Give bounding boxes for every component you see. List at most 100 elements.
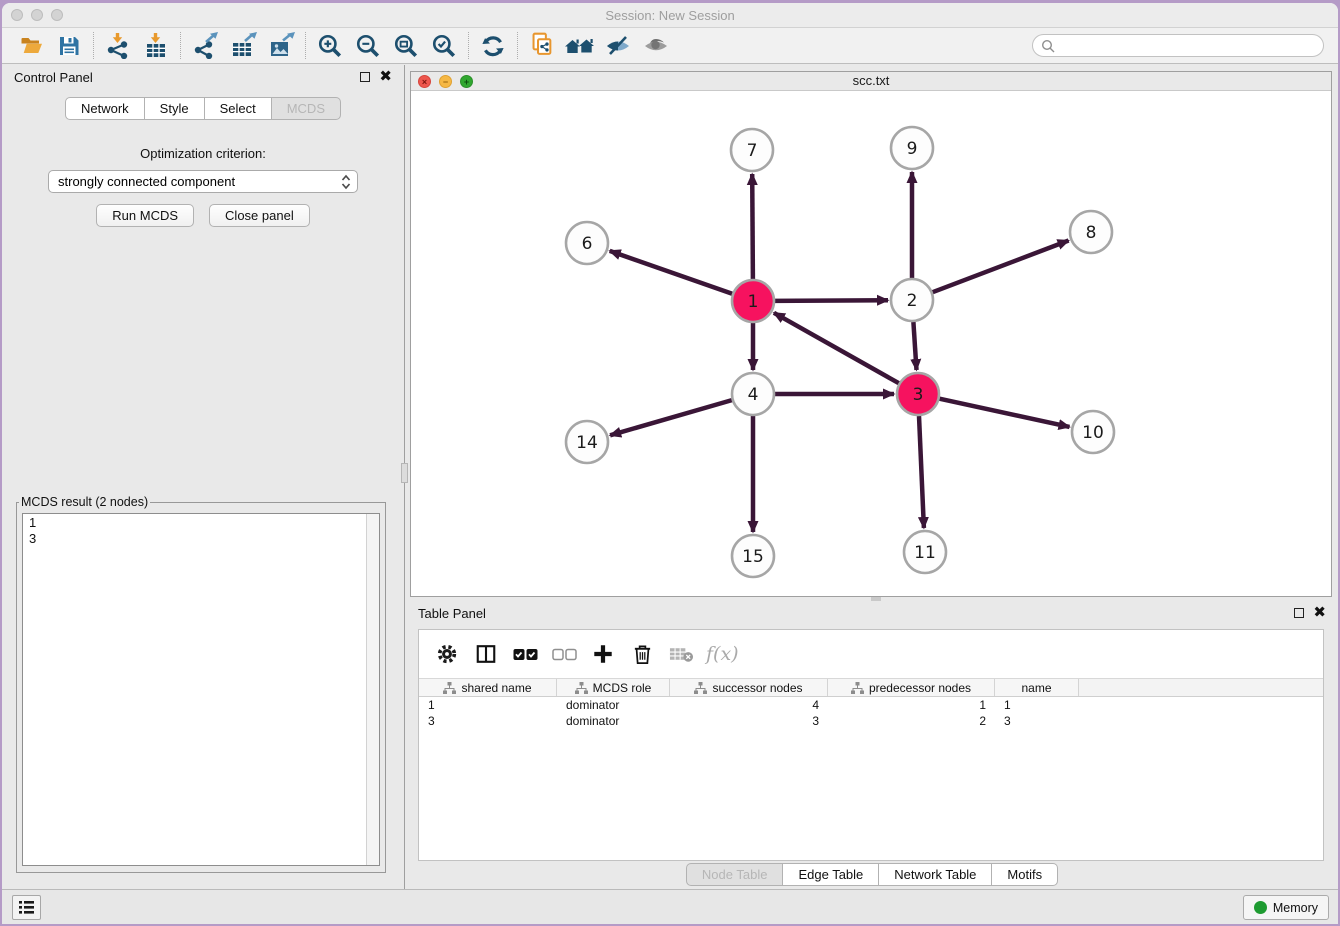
table-cell[interactable]: 1 [995,697,1079,713]
table-cell[interactable]: 2 [828,713,995,729]
application-window: Session: New Session [2,3,1338,924]
memory-button[interactable]: Memory [1243,895,1329,920]
zoom-selected-button[interactable] [425,31,463,61]
delete-table-button[interactable] [667,640,695,668]
table-cell[interactable]: 1 [419,697,557,713]
graph-node-15[interactable]: 15 [732,535,774,577]
delete-row-button[interactable] [628,640,656,668]
zoom-fit-button[interactable] [387,31,425,61]
column-header-MCDS-role[interactable]: MCDS role [557,679,670,696]
table-cell[interactable]: dominator [557,713,670,729]
column-header-predecessor-nodes[interactable]: predecessor nodes [828,679,995,696]
network-close-button[interactable]: × [418,75,431,88]
close-window-button[interactable] [11,9,23,21]
graph-node-14[interactable]: 14 [566,421,608,463]
deselect-all-checkboxes-button[interactable] [550,640,578,668]
graph-edge-3-1[interactable] [774,313,899,383]
table-cell[interactable]: 3 [670,713,828,729]
graph-node-7[interactable]: 7 [731,129,773,171]
control-panel-title: Control Panel [14,70,93,85]
toolbar-separator [305,32,306,59]
tab-network[interactable]: Network [65,97,145,120]
import-table-button[interactable] [137,31,175,61]
zoom-out-button[interactable] [349,31,387,61]
result-scrollbar[interactable] [366,514,379,865]
table-cell[interactable]: 3 [995,713,1079,729]
function-builder-button[interactable]: f(x) [706,643,739,665]
refresh-button[interactable] [474,31,512,61]
table-row[interactable]: 1dominator411 [419,697,1323,713]
graph-edge-3-11[interactable] [919,416,924,528]
import-network-button[interactable] [99,31,137,61]
table-row[interactable]: 3dominator323 [419,713,1323,729]
tab-motifs[interactable]: Motifs [992,863,1058,886]
close-panel-button[interactable]: Close panel [209,204,310,227]
criterion-select[interactable]: strongly connected component [48,170,358,193]
save-session-button[interactable] [50,31,88,61]
export-network-button[interactable] [186,31,224,61]
run-mcds-button[interactable]: Run MCDS [96,204,194,227]
graph-edge-1-7[interactable] [752,174,753,279]
export-table-button[interactable] [224,31,262,61]
graph-node-10[interactable]: 10 [1072,411,1114,453]
graph-node-2[interactable]: 2 [891,279,933,321]
tab-network-table[interactable]: Network Table [879,863,992,886]
hide-selected-button[interactable] [599,31,637,61]
network-minimize-button[interactable]: − [439,75,452,88]
tab-mcds[interactable]: MCDS [272,97,341,120]
minimize-window-button[interactable] [31,9,43,21]
table-cell[interactable]: dominator [557,697,670,713]
refresh-icon [480,33,506,59]
zoom-in-button[interactable] [311,31,349,61]
select-all-checkboxes-button[interactable] [511,640,539,668]
graph-node-11[interactable]: 11 [904,531,946,573]
graph-edge-4-14[interactable] [610,400,732,435]
column-header-name[interactable]: name [995,679,1079,696]
graph-edge-3-10[interactable] [940,399,1070,427]
graph-node-4[interactable]: 4 [732,373,774,415]
export-image-button[interactable] [262,31,300,61]
network-maximize-button[interactable]: + [460,75,473,88]
graph-edge-1-6[interactable] [610,251,733,294]
search-input[interactable] [1060,39,1315,53]
svg-text:2: 2 [907,291,918,311]
float-table-panel-icon[interactable] [1294,608,1304,618]
close-table-panel-icon[interactable]: ✖ [1313,608,1326,618]
float-panel-icon[interactable] [360,72,370,82]
show-all-button[interactable] [637,31,675,61]
table-settings-button[interactable] [433,640,461,668]
graph-node-3[interactable]: 3 [897,373,939,415]
graph-node-8[interactable]: 8 [1070,211,1112,253]
export-network-icon [192,32,219,59]
main-area: Control Panel ✖ NetworkStyleSelectMCDS O… [2,65,1338,889]
tab-style[interactable]: Style [145,97,205,120]
clone-network-button[interactable] [523,31,561,61]
table-cell[interactable]: 3 [419,713,557,729]
graph-node-6[interactable]: 6 [566,222,608,264]
table-cell[interactable]: 1 [828,697,995,713]
open-session-button[interactable] [12,31,50,61]
tab-select[interactable]: Select [205,97,272,120]
column-header-shared-name[interactable]: shared name [419,679,557,696]
tab-node-table[interactable]: Node Table [686,863,784,886]
close-panel-icon[interactable]: ✖ [379,72,392,82]
add-row-button[interactable] [589,640,617,668]
tab-edge-table[interactable]: Edge Table [783,863,879,886]
zoom-fit-icon [393,33,419,59]
svg-text:3: 3 [913,385,924,405]
column-header-successor-nodes[interactable]: successor nodes [670,679,828,696]
graph-node-9[interactable]: 9 [891,127,933,169]
graph-edge-2-8[interactable] [933,241,1069,293]
network-canvas[interactable]: 7 9 6 8 1 2 4 3 14 10 15 11 [411,91,1331,596]
table-cell[interactable]: 4 [670,697,828,713]
graph-edge-1-2[interactable] [775,300,888,301]
graph-node-1[interactable]: 1 [732,280,774,322]
graph-edge-2-3[interactable] [913,322,916,370]
table-panel: Table Panel ✖ [406,601,1338,889]
panel-divider-grip[interactable] [401,463,408,483]
zoom-window-button[interactable] [51,9,63,21]
task-history-button[interactable] [12,895,41,920]
node-table: shared nameMCDS rolesuccessor nodesprede… [419,678,1323,729]
home-button[interactable] [561,31,599,61]
show-columns-button[interactable] [472,640,500,668]
